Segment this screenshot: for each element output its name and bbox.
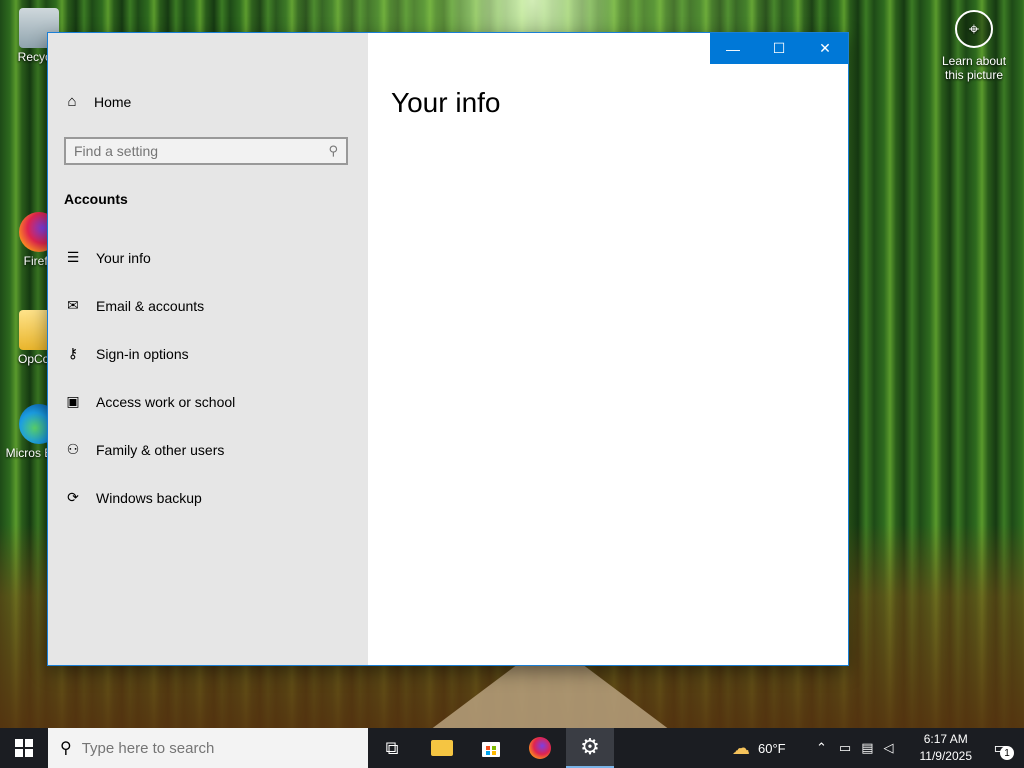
close-button[interactable]: ✕ [802,33,848,64]
section-title: Accounts [64,191,128,207]
maximize-button[interactable]: ☐ [756,33,802,64]
nav-item-windows-backup[interactable]: ⟳ Windows backup [64,489,202,506]
weather-cloud-icon: ☁ [732,737,750,758]
learn-about-picture[interactable]: ⌖ Learn about this picture [934,10,1014,82]
nav-item-label: Email & accounts [96,297,205,314]
file-explorer-button[interactable] [418,728,466,768]
weather-widget[interactable]: ☁ 60°F [732,728,786,768]
system-tray: ⌃ ▭ ▤ ◁ [816,728,894,768]
settings-window: ⌂ Home ⚲ Accounts ☰ Your info ✉ Email & … [48,33,848,665]
settings-search-box[interactable]: ⚲ [64,137,348,165]
store-icon [482,742,500,757]
taskbar-search-input[interactable] [81,739,342,757]
nav-item-email-accounts[interactable]: ✉ Email & accounts [64,297,204,314]
firefox-button[interactable] [516,728,564,768]
page-title: Your info [391,87,501,118]
nav-item-label: Your info [96,249,151,266]
sync-icon: ⟳ [67,489,79,505]
volume-muted-icon[interactable]: ◁ [884,740,894,756]
weather-temperature: 60°F [758,740,786,756]
mail-icon: ✉ [67,297,79,313]
nav-item-access-work-school[interactable]: ▣ Access work or school [64,393,235,410]
nav-item-label: Family & other users [96,441,225,458]
notification-badge: 1 [1000,746,1014,760]
action-center-button[interactable]: ▭ 1 [978,728,1024,768]
firefox-icon [529,737,551,759]
search-icon: ⚲ [60,740,72,757]
task-view-icon: ⧉ [385,737,399,758]
learn-about-label: Learn about this picture [941,54,1007,82]
clock-date: 11/9/2025 [919,749,973,763]
task-view-button[interactable]: ⧉ [368,728,416,768]
person-add-icon: ⚇ [66,441,80,457]
folder-icon [431,740,453,756]
windows-logo-icon [15,739,33,757]
your-info-icon: ☰ [66,249,80,265]
minimize-icon: — [726,40,740,57]
nav-item-label: Access work or school [96,393,236,410]
network-icon[interactable]: ▤ [861,740,873,756]
chevron-up-icon[interactable]: ⌃ [816,740,827,756]
settings-app-button[interactable]: ⚙ [566,728,614,768]
taskbar-search[interactable]: ⚲ [48,728,368,768]
taskbar: ⚲ ⧉ ⚙ ☁ 60°F ⌃ ▭ ▤ ◁ 6:17 AM 11/9/2025 ▭… [0,728,1024,768]
sidebar: ⌂ Home ⚲ Accounts ☰ Your info ✉ Email & … [48,33,368,665]
settings-search-input[interactable] [74,143,314,159]
gear-icon: ⚙ [580,734,600,759]
minimize-button[interactable]: — [710,33,756,64]
briefcase-icon: ▣ [66,393,80,409]
nav-home[interactable]: ⌂ Home [64,93,131,110]
clock-time: 6:17 AM [923,732,968,746]
search-icon: ⚲ [328,143,338,158]
nav-item-label: Windows backup [96,489,202,506]
meet-now-icon[interactable]: ▭ [839,740,851,756]
nav-item-family-other-users[interactable]: ⚇ Family & other users [64,441,225,458]
camera-icon: ⌖ [955,10,993,48]
start-button[interactable] [0,728,48,768]
nav-item-label: Sign-in options [96,345,189,362]
close-icon: ✕ [819,40,831,56]
nav-item-your-info[interactable]: ☰ Your info [64,249,151,266]
home-icon: ⌂ [67,93,77,110]
title-bar-buttons: — ☐ ✕ [710,33,848,64]
microsoft-store-button[interactable] [467,728,515,768]
key-icon: ⚷ [67,345,79,361]
nav-item-sign-in-options[interactable]: ⚷ Sign-in options [64,345,189,362]
clock[interactable]: 6:17 AM 11/9/2025 [920,731,973,765]
nav-home-label: Home [94,93,132,110]
maximize-icon: ☐ [772,40,786,56]
